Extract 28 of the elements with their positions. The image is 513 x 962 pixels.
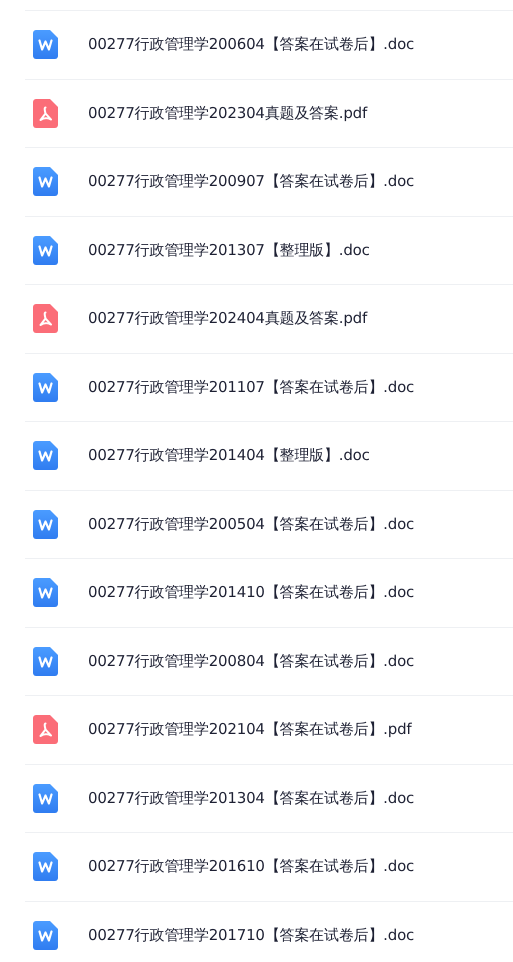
file-name[interactable]: 00277行政管理学202104【答案在试卷后】.pdf [88, 720, 412, 740]
file-name[interactable]: 00277行政管理学201307【整理版】.doc [88, 240, 370, 260]
file-name[interactable]: 00277行政管理学201610【答案在试卷后】.doc [88, 857, 414, 876]
file-name[interactable]: 00277行政管理学202304真题及答案.pdf [88, 104, 368, 123]
word-document-icon [33, 784, 58, 813]
word-document-icon [33, 372, 58, 402]
file-name[interactable]: 00277行政管理学201107【答案在试卷后】.doc [88, 378, 414, 397]
word-document-icon [33, 30, 58, 60]
file-name[interactable]: 00277行政管理学200907【答案在试卷后】.doc [88, 172, 414, 192]
file-name[interactable]: 00277行政管理学201304【答案在试卷后】.doc [88, 788, 414, 808]
word-document-icon [33, 236, 58, 265]
file-name[interactable]: 00277行政管理学202404真题及答案.pdf [88, 309, 368, 328]
file-name[interactable]: 00277行政管理学201404【整理版】.doc [88, 446, 370, 466]
word-document-icon [33, 852, 58, 882]
word-document-icon [33, 510, 58, 539]
file-name[interactable]: 00277行政管理学200504【答案在试卷后】.doc [88, 514, 414, 534]
word-document-icon [33, 167, 58, 196]
pdf-document-icon [33, 304, 58, 334]
pdf-document-icon [33, 98, 58, 128]
word-document-icon [33, 646, 58, 676]
file-name[interactable]: 00277行政管理学200604【答案在试卷后】.doc [88, 35, 414, 54]
file-name[interactable]: 00277行政管理学200804【答案在试卷后】.doc [88, 652, 414, 671]
pdf-document-icon [33, 715, 58, 744]
word-document-icon [33, 920, 58, 950]
file-name[interactable]: 00277行政管理学201410【答案在试卷后】.doc [88, 583, 414, 602]
word-document-icon [33, 441, 58, 470]
word-document-icon [33, 578, 58, 608]
file-name[interactable]: 00277行政管理学201710【答案在试卷后】.doc [88, 926, 414, 945]
